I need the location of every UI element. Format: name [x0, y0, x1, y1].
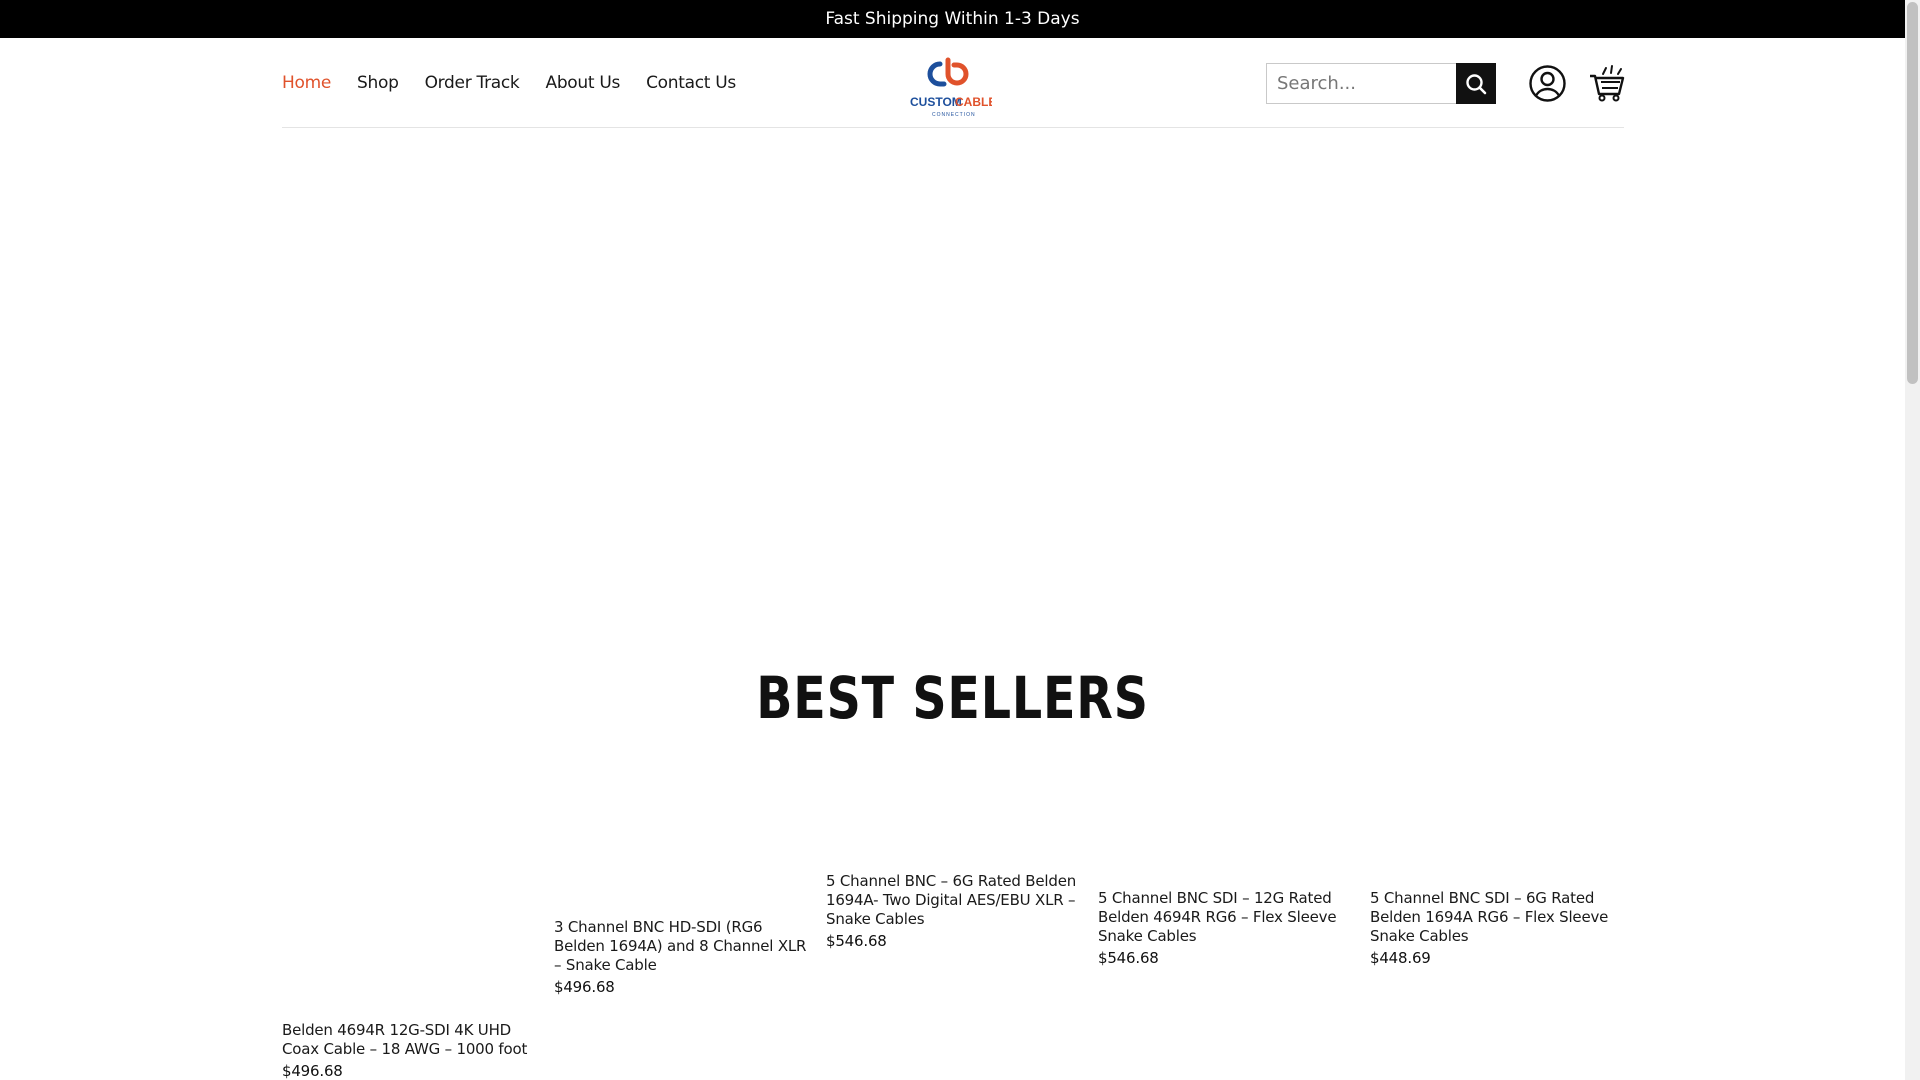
- product-card[interactable]: 5 Channel BNC SDI – 12G Rated Belden 469…: [1098, 889, 1353, 968]
- nav-contact-us[interactable]: Contact Us: [646, 73, 736, 93]
- best-sellers-title: BEST SELLERS: [756, 664, 1149, 732]
- announcement-text: Fast Shipping Within 1-3 Days: [825, 9, 1080, 29]
- account-button[interactable]: [1529, 65, 1566, 102]
- search-button[interactable]: [1456, 63, 1496, 104]
- product-card[interactable]: 5 Channel BNC – 6G Rated Belden 1694A- T…: [826, 872, 1081, 951]
- logo-graphic: CUSTOM CABLE CONNECTION: [910, 57, 992, 118]
- search-form: [1266, 63, 1496, 104]
- cart-button[interactable]: [1589, 64, 1625, 102]
- product-card[interactable]: Belden 4694R 12G-SDI 4K UHD Coax Cable –…: [282, 1021, 537, 1080]
- search-input[interactable]: [1266, 63, 1456, 104]
- product-name[interactable]: 5 Channel BNC SDI – 12G Rated Belden 469…: [1098, 889, 1353, 946]
- product-price: $546.68: [1098, 949, 1159, 967]
- product-name[interactable]: Belden 4694R 12G-SDI 4K UHD Coax Cable –…: [282, 1021, 537, 1059]
- main-nav: Home Shop Order Track About Us Contact U…: [282, 38, 736, 128]
- product-name[interactable]: 5 Channel BNC SDI – 6G Rated Belden 1694…: [1370, 889, 1625, 946]
- product-price: $496.68: [282, 1062, 343, 1080]
- nav-home[interactable]: Home: [282, 73, 331, 93]
- site-logo[interactable]: CUSTOM CABLE CONNECTION: [910, 54, 992, 118]
- announcement-bar: Fast Shipping Within 1-3 Days: [0, 0, 1905, 38]
- product-price: $448.69: [1370, 949, 1431, 967]
- logo-text-cable: CABLE: [955, 95, 992, 109]
- cart-icon: [1590, 65, 1625, 102]
- product-card[interactable]: 5 Channel BNC SDI – 6G Rated Belden 1694…: [1370, 889, 1625, 968]
- product-price: $546.68: [826, 932, 887, 950]
- nav-shop[interactable]: Shop: [357, 73, 399, 93]
- search-icon: [1466, 73, 1487, 94]
- product-price: $496.68: [554, 978, 615, 996]
- product-name[interactable]: 5 Channel BNC – 6G Rated Belden 1694A- T…: [826, 872, 1081, 929]
- product-card[interactable]: 3 Channel BNC HD-SDI (RG6 Belden 1694A) …: [554, 918, 809, 997]
- product-name[interactable]: 3 Channel BNC HD-SDI (RG6 Belden 1694A) …: [554, 918, 809, 975]
- nav-about-us[interactable]: About Us: [545, 73, 620, 93]
- logo-tagline: CONNECTION: [932, 112, 976, 118]
- nav-order-track[interactable]: Order Track: [425, 73, 520, 93]
- user-icon: [1529, 65, 1566, 102]
- scrollbar-thumb[interactable]: [1907, 2, 1918, 384]
